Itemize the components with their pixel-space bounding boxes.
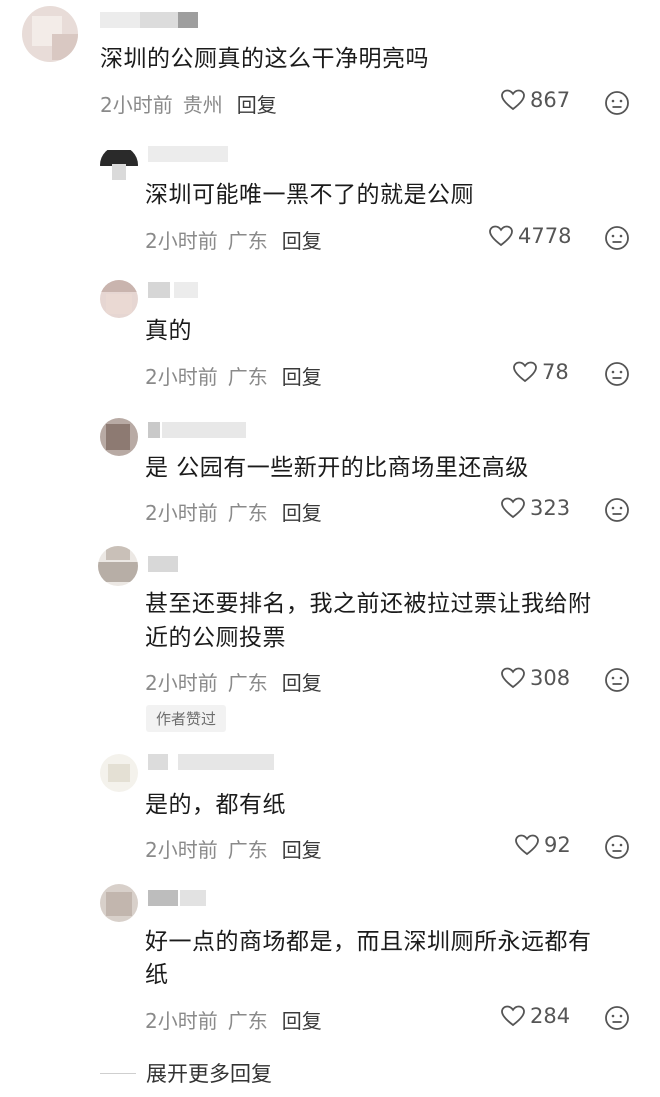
comment-location: 广东 bbox=[227, 501, 268, 525]
heart-outline-icon bbox=[513, 361, 537, 383]
like-count: 308 bbox=[530, 666, 571, 690]
comment-location: 广东 bbox=[227, 365, 268, 389]
like-count: 92 bbox=[544, 833, 571, 857]
comment-text: 深圳的公厕真的这么干净明亮吗 bbox=[100, 46, 429, 72]
comment-text: 深圳可能唯一黑不了的就是公厕 bbox=[145, 182, 474, 208]
avatar[interactable] bbox=[100, 754, 138, 792]
reply-button[interactable]: 回复 bbox=[282, 1009, 322, 1033]
comment-time: 2小时前 bbox=[145, 229, 218, 253]
like-button[interactable]: 92 bbox=[514, 833, 571, 857]
like-count: 4778 bbox=[518, 224, 572, 248]
comment-text-line-1: 好一点的商场都是，而且深圳厕所永远都有 bbox=[145, 929, 592, 955]
expand-more-label: 展开更多回复 bbox=[146, 1062, 272, 1086]
comment-time: 2小时前 bbox=[145, 671, 218, 695]
username[interactable] bbox=[148, 754, 274, 770]
comment-meta: 2小时前 广东 回复 bbox=[145, 834, 322, 863]
comment-time: 2小时前 bbox=[145, 838, 218, 862]
username[interactable] bbox=[148, 890, 206, 906]
neutral-face-icon[interactable] bbox=[604, 834, 630, 860]
comment-location: 广东 bbox=[227, 671, 268, 695]
neutral-face-icon[interactable] bbox=[604, 497, 630, 523]
comment-meta: 2小时前 贵州 回复 bbox=[100, 89, 277, 118]
like-count: 78 bbox=[542, 360, 569, 384]
comment-text-line-2: 近的公厕投票 bbox=[145, 625, 286, 651]
like-button[interactable]: 4778 bbox=[488, 224, 571, 248]
comment-time: 2小时前 bbox=[145, 501, 218, 525]
like-button[interactable]: 323 bbox=[500, 496, 570, 520]
avatar[interactable] bbox=[100, 418, 138, 456]
heart-outline-icon bbox=[501, 89, 525, 111]
avatar[interactable] bbox=[98, 546, 138, 586]
like-count: 867 bbox=[530, 88, 571, 112]
comment-text: 是 公园有一些新开的比商场里还高级 bbox=[145, 455, 529, 481]
author-liked-badge: 作者赞过 bbox=[146, 705, 227, 732]
neutral-face-icon[interactable] bbox=[604, 361, 630, 387]
reply-button[interactable]: 回复 bbox=[282, 365, 322, 389]
heart-outline-icon bbox=[489, 225, 513, 247]
like-button[interactable]: 867 bbox=[500, 88, 570, 112]
heart-outline-icon bbox=[501, 667, 525, 689]
comment-meta: 2小时前 广东 回复 bbox=[145, 497, 322, 526]
comment-location: 广东 bbox=[227, 1009, 268, 1033]
reply-button[interactable]: 回复 bbox=[237, 93, 277, 117]
expand-more-replies[interactable]: 展开更多回复 bbox=[100, 1058, 272, 1088]
neutral-face-icon[interactable] bbox=[604, 90, 630, 116]
comment-text-line-1: 甚至还要排名，我之前还被拉过票让我给附 bbox=[145, 591, 592, 617]
comment-meta: 2小时前 广东 回复 bbox=[145, 361, 322, 390]
avatar[interactable] bbox=[22, 6, 78, 62]
comment-time: 2小时前 bbox=[100, 93, 173, 117]
reply-button[interactable]: 回复 bbox=[282, 229, 322, 253]
reply-button[interactable]: 回复 bbox=[282, 838, 322, 862]
comment-text-line-2: 纸 bbox=[145, 962, 169, 988]
avatar[interactable] bbox=[100, 884, 138, 922]
reply-button[interactable]: 回复 bbox=[282, 671, 322, 695]
comment-time: 2小时前 bbox=[145, 365, 218, 389]
heart-outline-icon bbox=[501, 497, 525, 519]
like-count: 284 bbox=[530, 1004, 571, 1028]
like-button[interactable]: 284 bbox=[500, 1004, 570, 1028]
username[interactable] bbox=[100, 12, 198, 28]
divider bbox=[100, 1072, 136, 1074]
neutral-face-icon[interactable] bbox=[604, 225, 630, 251]
comment-text: 真的 bbox=[145, 318, 192, 344]
username[interactable] bbox=[148, 422, 246, 438]
reply-button[interactable]: 回复 bbox=[282, 501, 322, 525]
comment-meta: 2小时前 广东 回复 bbox=[145, 1005, 322, 1034]
like-button[interactable]: 308 bbox=[500, 666, 570, 690]
neutral-face-icon[interactable] bbox=[604, 1005, 630, 1031]
neutral-face-icon[interactable] bbox=[604, 667, 630, 693]
like-button[interactable]: 78 bbox=[512, 360, 569, 384]
comment-location: 广东 bbox=[227, 838, 268, 862]
avatar[interactable] bbox=[100, 146, 138, 184]
comment-meta: 2小时前 广东 回复 bbox=[145, 667, 322, 696]
comment-location: 贵州 bbox=[182, 93, 223, 117]
comment-time: 2小时前 bbox=[145, 1009, 218, 1033]
heart-outline-icon bbox=[515, 834, 539, 856]
comment-location: 广东 bbox=[227, 229, 268, 253]
username[interactable] bbox=[148, 146, 228, 162]
username[interactable] bbox=[148, 556, 178, 572]
username[interactable] bbox=[148, 282, 198, 298]
comment-meta: 2小时前 广东 回复 bbox=[145, 225, 322, 254]
like-count: 323 bbox=[530, 496, 571, 520]
heart-outline-icon bbox=[501, 1005, 525, 1027]
comment-text: 是的，都有纸 bbox=[145, 792, 286, 818]
avatar[interactable] bbox=[100, 280, 138, 318]
